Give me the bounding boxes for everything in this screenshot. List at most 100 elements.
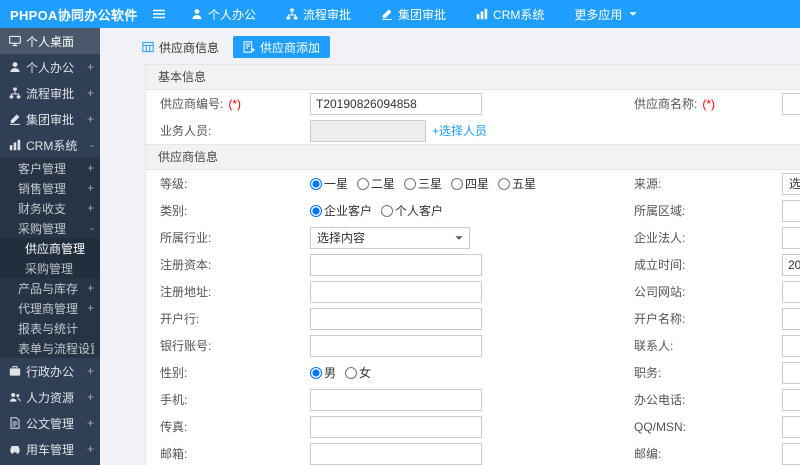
level-option-1[interactable]: 二星 (357, 175, 395, 192)
industry-select[interactable]: 选择内容 (310, 226, 470, 249)
business-person-input[interactable] (310, 119, 426, 142)
fax-input[interactable] (310, 415, 482, 438)
field-label-text: 开户行: (160, 312, 200, 326)
top-nav-item-process-approval[interactable]: 流程审批 (271, 0, 366, 28)
sidebar-item-admin-office[interactable]: 行政办公 + (0, 358, 100, 384)
expand-toggle-icon[interactable]: + (87, 112, 94, 126)
radio-option-label: 四星 (465, 177, 490, 191)
registered-address-input[interactable] (310, 280, 482, 303)
field-area (310, 92, 620, 115)
sidebar-item-procurement[interactable]: 采购管理 (0, 258, 100, 278)
expand-toggle-icon[interactable]: + (87, 301, 94, 315)
gender-radio-1[interactable] (345, 366, 358, 379)
tab-supplier-add[interactable]: 供应商添加 (233, 36, 331, 58)
source-select[interactable]: 选择内容 (782, 172, 800, 195)
sidebar-item-customer-mgmt[interactable]: 客户管理 + (0, 158, 100, 178)
top-nav-item-more-apps[interactable]: 更多应用 (559, 0, 652, 28)
tab-supplier-info[interactable]: 供应商信息 (132, 36, 229, 58)
expand-toggle-icon[interactable]: - (90, 138, 94, 152)
expand-toggle-icon[interactable]: + (87, 60, 94, 74)
level-radio-4[interactable] (498, 177, 511, 190)
top-nav-item-group-approval[interactable]: 集团审批 (366, 0, 461, 28)
top-nav-item-personal-office[interactable]: 个人办公 (176, 0, 271, 28)
sidebar-item-finance-io[interactable]: 财务收支 + (0, 198, 100, 218)
bank-account-input[interactable] (310, 334, 482, 357)
gender-option-0[interactable]: 男 (310, 364, 336, 381)
category-radio-0[interactable] (310, 204, 322, 217)
field-area (782, 388, 800, 411)
sidebar-item-group-approval[interactable]: 集团审批 + (0, 106, 100, 132)
gender-radio-0[interactable] (310, 366, 322, 379)
field-area (782, 361, 800, 384)
sidebar-item-document-mgmt[interactable]: 公文管理 + (0, 410, 100, 436)
expand-toggle-icon[interactable]: + (87, 201, 94, 215)
expand-toggle-icon[interactable]: - (90, 221, 94, 235)
field-label-text: 类别: (160, 204, 188, 218)
category-radio-1[interactable] (381, 204, 394, 217)
expand-toggle-icon[interactable]: + (87, 281, 94, 295)
expand-toggle-icon[interactable]: + (87, 416, 94, 430)
account-name-input[interactable] (782, 307, 800, 330)
sidebar-toggle-button[interactable] (142, 0, 176, 28)
top-nav: 个人办公 流程审批 集团审批 CRM系统 更多应用 (176, 0, 652, 28)
sidebar-item-supplier-mgmt[interactable]: 供应商管理 (0, 238, 100, 258)
level-radio-3[interactable] (451, 177, 464, 190)
gender-option-1[interactable]: 女 (345, 364, 371, 381)
expand-toggle-icon[interactable]: + (87, 390, 94, 404)
sidebar-item-purchase-mgmt[interactable]: 采购管理 - (0, 218, 100, 238)
bank-input[interactable] (310, 307, 482, 330)
form-icon (243, 41, 255, 53)
form-row: 注册资本: 成立时间: (146, 251, 800, 278)
sidebar-item-agent-mgmt[interactable]: 代理商管理 + (0, 298, 100, 318)
level-radio-group: 一星 二星 三星 四星 五星 (310, 175, 536, 192)
founded-date-input[interactable] (782, 253, 800, 276)
expand-toggle-icon[interactable]: + (87, 181, 94, 195)
mobile-input[interactable] (310, 388, 482, 411)
job-title-input[interactable] (782, 361, 800, 384)
sidebar-item-label: 报表与统计 (18, 321, 79, 336)
sidebar-item-human-resources[interactable]: 人力资源 + (0, 384, 100, 410)
level-option-3[interactable]: 四星 (451, 175, 489, 192)
sidebar-item-personal-office[interactable]: 个人办公 + (0, 54, 100, 80)
sidebar-item-sales-mgmt[interactable]: 销售管理 + (0, 178, 100, 198)
level-radio-2[interactable] (404, 177, 417, 190)
category-option-1[interactable]: 个人客户 (381, 202, 443, 219)
field-area: 一星 二星 三星 四星 五星 (310, 175, 620, 192)
level-option-2[interactable]: 三星 (404, 175, 442, 192)
level-option-0[interactable]: 一星 (310, 175, 348, 192)
level-radio-1[interactable] (357, 177, 370, 190)
sidebar-item-reports-stats[interactable]: 报表与统计 (0, 318, 100, 338)
expand-toggle-icon[interactable]: + (87, 86, 94, 100)
field-label-text: 所属区域: (634, 204, 686, 218)
sidebar-item-vehicle-mgmt[interactable]: 用车管理 + (0, 436, 100, 462)
supplier-name-input[interactable] (782, 92, 800, 115)
category-option-0[interactable]: 企业客户 (310, 202, 372, 219)
postcode-input[interactable] (782, 442, 800, 465)
sidebar-item-process-approval[interactable]: 流程审批 + (0, 80, 100, 106)
supplier-code-input[interactable] (310, 92, 482, 115)
sidebar-item-personal-desktop[interactable]: 个人桌面 (0, 28, 100, 54)
expand-toggle-icon[interactable]: + (87, 161, 94, 175)
expand-toggle-icon[interactable]: + (87, 364, 94, 378)
form-row: 等级: 一星 二星 三星 四星 五星 来源: 选择内容 (146, 170, 800, 197)
sidebar-item-products-inventory[interactable]: 产品与库存 + (0, 278, 100, 298)
field-label-text: 成立时间: (634, 258, 686, 272)
level-option-4[interactable]: 五星 (498, 175, 536, 192)
company-website-input[interactable] (782, 280, 800, 303)
choose-person-link[interactable]: +选择人员 (432, 122, 487, 139)
top-nav-item-crm-system[interactable]: CRM系统 (461, 0, 559, 28)
top-nav-item-label: 个人办公 (208, 7, 257, 22)
region-input[interactable] (782, 199, 800, 222)
qq-msn-input[interactable] (782, 415, 800, 438)
sidebar-item-crm-system[interactable]: CRM系统 - (0, 132, 100, 158)
office-phone-input[interactable] (782, 388, 800, 411)
field-label: 类别: (146, 202, 310, 219)
level-radio-0[interactable] (310, 177, 322, 190)
expand-toggle-icon[interactable]: + (87, 442, 94, 456)
contact-person-input[interactable] (782, 334, 800, 357)
sidebar-item-form-flow-settings[interactable]: 表单与流程设置+ (0, 338, 100, 358)
registered-capital-input[interactable] (310, 253, 482, 276)
email-input[interactable] (310, 442, 482, 465)
legal-person-input[interactable] (782, 226, 800, 249)
desktop-icon (9, 35, 21, 47)
